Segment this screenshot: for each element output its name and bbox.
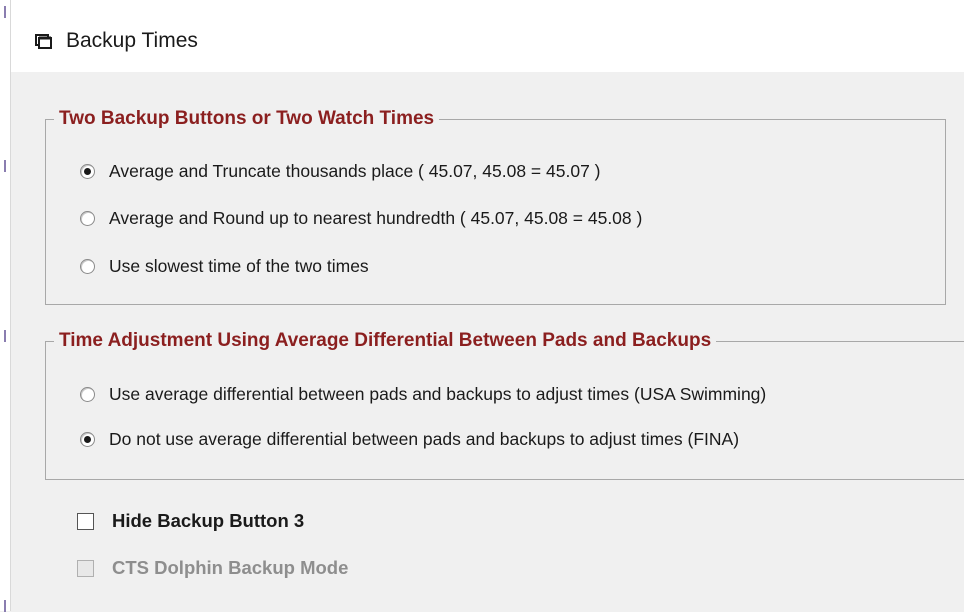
edge-marker [4,330,6,342]
edge-marker [4,160,6,172]
radio-button[interactable] [80,211,95,226]
window-title: Backup Times [66,29,198,52]
option-label: Use slowest time of the two times [109,256,369,276]
checkbox-label: Hide Backup Button 3 [112,510,305,531]
hide-backup-button-3-checkbox[interactable]: Hide Backup Button 3 [77,510,304,532]
radio-fina-option[interactable]: Do not use average differential between … [80,429,739,450]
group-label: Time Adjustment Using Average Differenti… [59,330,712,351]
edge-marker [4,6,6,18]
edge-marker [4,600,6,612]
option-label: Average and Round up to nearest hundredt… [109,208,643,228]
radio-button[interactable] [80,432,95,447]
radio-round-up-option[interactable]: Average and Round up to nearest hundredt… [80,208,642,229]
title-bar: Backup Times [11,0,964,72]
radio-slowest-time-option[interactable]: Use slowest time of the two times [80,256,369,277]
radio-button[interactable] [80,164,95,179]
radio-truncate-option[interactable]: Average and Truncate thousands place ( 4… [80,161,601,182]
checkbox-label: CTS Dolphin Backup Mode [112,557,349,578]
window-icon [34,32,54,50]
checkbox[interactable] [77,512,94,530]
radio-button[interactable] [80,387,95,402]
group-label: Two Backup Buttons or Two Watch Times [59,108,435,129]
option-label: Use average differential between pads an… [109,384,767,404]
window-left-edge [0,0,11,612]
cts-dolphin-backup-mode-checkbox[interactable]: CTS Dolphin Backup Mode [77,557,348,579]
option-label: Average and Truncate thousands place ( 4… [109,161,601,181]
time-adjustment-group: Time Adjustment Using Average Differenti… [45,330,964,480]
radio-button[interactable] [80,259,95,274]
checkbox[interactable] [77,559,94,577]
radio-usa-swimming-option[interactable]: Use average differential between pads an… [80,384,766,405]
option-label: Do not use average differential between … [109,429,740,449]
